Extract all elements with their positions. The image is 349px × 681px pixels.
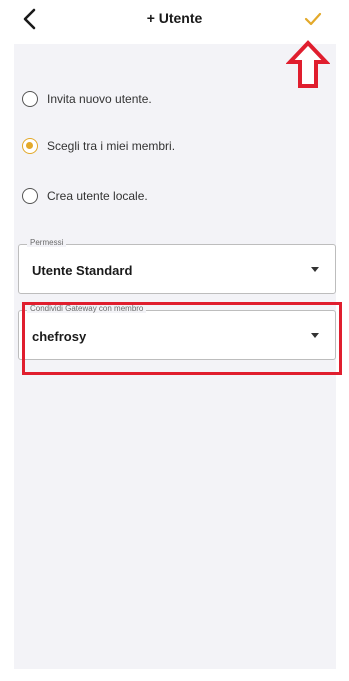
permissions-value: Utente Standard	[32, 263, 133, 278]
arrow-up-icon	[286, 40, 330, 88]
permissions-dropdown[interactable]: Permessi Utente Standard	[18, 238, 336, 294]
radio-choose-members[interactable]	[22, 138, 38, 154]
option-create-local-user[interactable]: Crea utente locale.	[22, 184, 148, 208]
option-label: Scegli tra i miei membri.	[47, 139, 176, 153]
option-choose-members[interactable]: Scegli tra i miei membri.	[22, 134, 175, 158]
option-label: Crea utente locale.	[47, 189, 148, 203]
bottom-bar	[0, 669, 349, 681]
option-label: Invita nuovo utente.	[47, 92, 152, 106]
permissions-label: Permessi	[27, 238, 67, 247]
highlight-box	[22, 302, 342, 375]
check-icon	[304, 12, 322, 26]
confirm-button[interactable]	[300, 6, 326, 32]
radio-create-local-user[interactable]	[22, 188, 38, 204]
header: + Utente	[0, 0, 349, 44]
caret-down-icon	[311, 267, 319, 272]
page-title: + Utente	[146, 10, 203, 26]
radio-invite-new-user[interactable]	[22, 91, 38, 107]
option-invite-new-user[interactable]: Invita nuovo utente.	[22, 87, 152, 111]
